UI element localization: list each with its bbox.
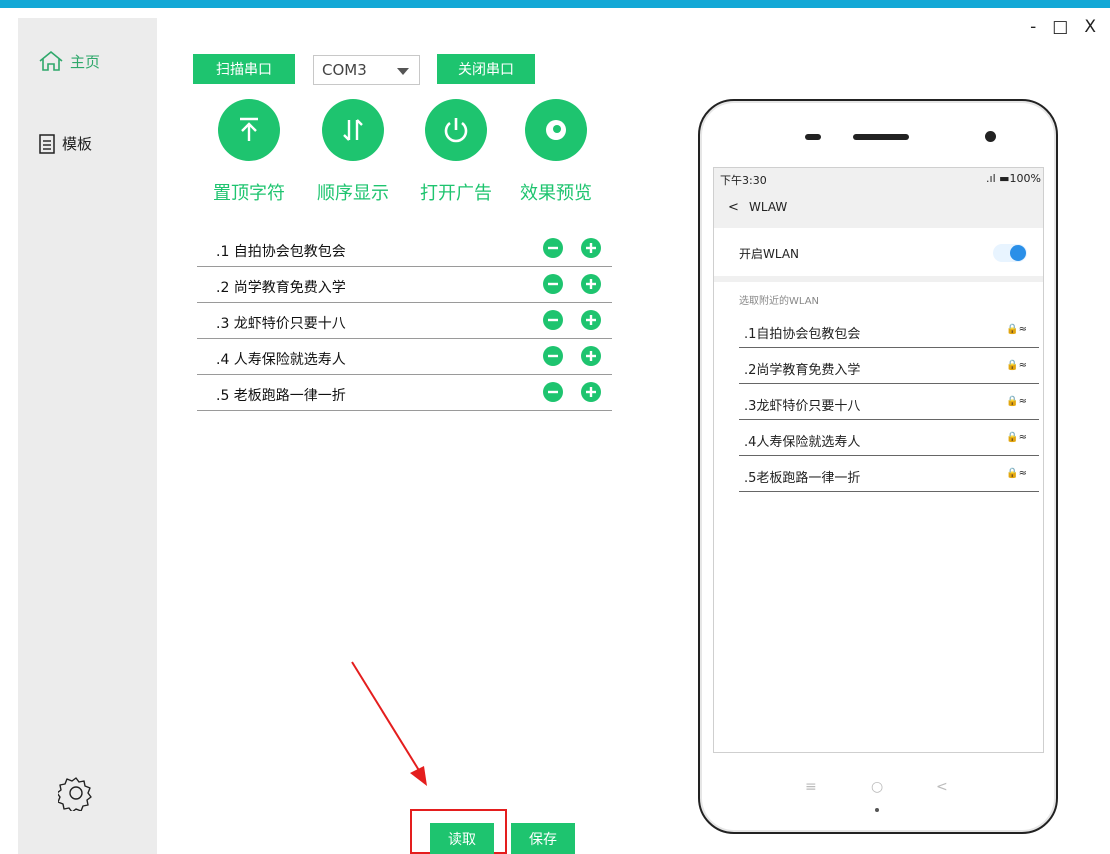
function-label: 打开广告 [420,183,492,204]
phone-sensor [805,134,821,140]
minus-icon[interactable] [543,346,563,366]
wifi-lock-icon: 🔒≈ [1006,432,1027,443]
function-label: 置顶字符 [213,183,285,204]
read-button[interactable]: 读取 [430,823,494,854]
character-list: .1 自拍协会包教包会 .2 尚学教育免费入学 .3 龙虾特价只要十八 .4 人… [197,231,612,411]
nearby-label: 选取附近的WLAN [739,296,820,307]
close-port-button[interactable]: 关闭串口 [437,54,535,84]
toggle-knob [1010,245,1026,261]
wifi-lock-icon: 🔒≈ [1006,468,1027,479]
network-item[interactable]: .2尚学教育免费入学 🔒≈ [739,348,1039,384]
open-ad-button[interactable]: 打开广告 [406,99,506,205]
plus-icon[interactable] [581,274,601,294]
status-time: 下午3:30 [720,174,767,187]
wifi-lock-icon: 🔒≈ [1006,324,1027,335]
plus-icon[interactable] [581,382,601,402]
wlan-toggle-row: 开启WLAN [714,228,1043,276]
save-button[interactable]: 保存 [511,823,575,854]
window-controls: - □ X [1030,18,1096,36]
network-item[interactable]: .5老板跑路一律一折 🔒≈ [739,456,1039,492]
sidebar: 主页 模板 [18,18,157,854]
list-item: .4 人寿保险就选寿人 [197,339,612,375]
network-name: .4人寿保险就选寿人 [744,435,861,450]
back-icon[interactable]: < [728,200,739,215]
sidebar-item-home[interactable]: 主页 [38,50,100,72]
sidebar-item-label: 主页 [70,52,101,71]
battery-icon: .ıl ▬100% [986,172,1041,185]
list-item: .2 尚学教育免费入学 [197,267,612,303]
phone-home-dot [875,808,879,812]
close-button[interactable]: X [1084,18,1096,36]
port-select[interactable]: COM3 [313,55,420,85]
phone-preview: 下午3:30 .ıl ▬100% < WLAW 开启WLAN 选取附近的WLAN… [698,99,1058,834]
section-divider [714,276,1043,282]
home-circle-icon[interactable]: ○ [871,779,883,795]
list-item-text: .5 老板跑路一律一折 [216,388,346,404]
home-icon [39,50,63,71]
list-item: .5 老板跑路一律一折 [197,375,612,411]
list-item-text: .3 龙虾特价只要十八 [216,316,346,332]
chevron-down-icon [397,68,409,75]
minus-icon[interactable] [543,382,563,402]
list-item: .1 自拍协会包教包会 [197,231,612,267]
list-item-text: .1 自拍协会包教包会 [216,244,346,260]
document-icon [39,133,55,154]
function-label: 顺序显示 [317,183,389,204]
status-bar: 下午3:30 .ıl ▬100% [714,168,1043,188]
network-item[interactable]: .1自拍协会包教包会 🔒≈ [739,312,1039,348]
power-icon [425,99,487,161]
list-item: .3 龙虾特价只要十八 [197,303,612,339]
page-title: WLAW [749,200,788,214]
gear-icon[interactable] [58,775,94,811]
sidebar-item-template[interactable]: 模板 [38,133,92,154]
sidebar-item-label: 模板 [62,135,93,153]
minimize-button[interactable]: - [1030,18,1036,36]
phone-speaker [853,134,909,140]
phone-screen: 下午3:30 .ıl ▬100% < WLAW 开启WLAN 选取附近的WLAN… [713,167,1044,753]
network-item[interactable]: .4人寿保险就选寿人 🔒≈ [739,420,1039,456]
list-item-text: .2 尚学教育免费入学 [216,280,346,296]
network-name: .1自拍协会包教包会 [744,327,861,342]
network-item[interactable]: .3龙虾特价只要十八 🔒≈ [739,384,1039,420]
wifi-lock-icon: 🔒≈ [1006,360,1027,371]
network-name: .5老板跑路一律一折 [744,471,861,486]
network-name: .3龙虾特价只要十八 [744,399,861,414]
network-name: .2尚学教育免费入学 [744,363,861,378]
port-select-value: COM3 [322,61,367,79]
eye-icon [525,99,587,161]
minus-icon[interactable] [543,274,563,294]
back-nav-icon[interactable]: < [936,779,948,795]
wlan-toggle-label: 开启WLAN [739,247,800,261]
wlan-toggle[interactable] [993,244,1027,262]
pin-top-icon [218,99,280,161]
scan-port-button[interactable]: 扫描串口 [193,54,295,84]
preview-button[interactable]: 效果预览 [506,99,606,205]
pin-top-button[interactable]: 置顶字符 [199,99,299,205]
camera-icon [985,131,996,142]
plus-icon[interactable] [581,346,601,366]
network-list: .1自拍协会包教包会 🔒≈ .2尚学教育免费入学 🔒≈ .3龙虾特价只要十八 🔒≈ .… [739,312,1039,492]
sort-order-icon [322,99,384,161]
plus-icon[interactable] [581,238,601,258]
function-label: 效果预览 [520,183,592,204]
maximize-button[interactable]: □ [1052,18,1068,36]
wifi-lock-icon: 🔒≈ [1006,396,1027,407]
sort-order-button[interactable]: 顺序显示 [303,99,403,205]
minus-icon[interactable] [543,238,563,258]
menu-icon[interactable]: ≡ [805,779,817,795]
top-accent-bar [0,0,1110,8]
list-item-text: .4 人寿保险就选寿人 [216,352,346,368]
wlan-header: < WLAW [714,188,1043,228]
plus-icon[interactable] [581,310,601,330]
minus-icon[interactable] [543,310,563,330]
